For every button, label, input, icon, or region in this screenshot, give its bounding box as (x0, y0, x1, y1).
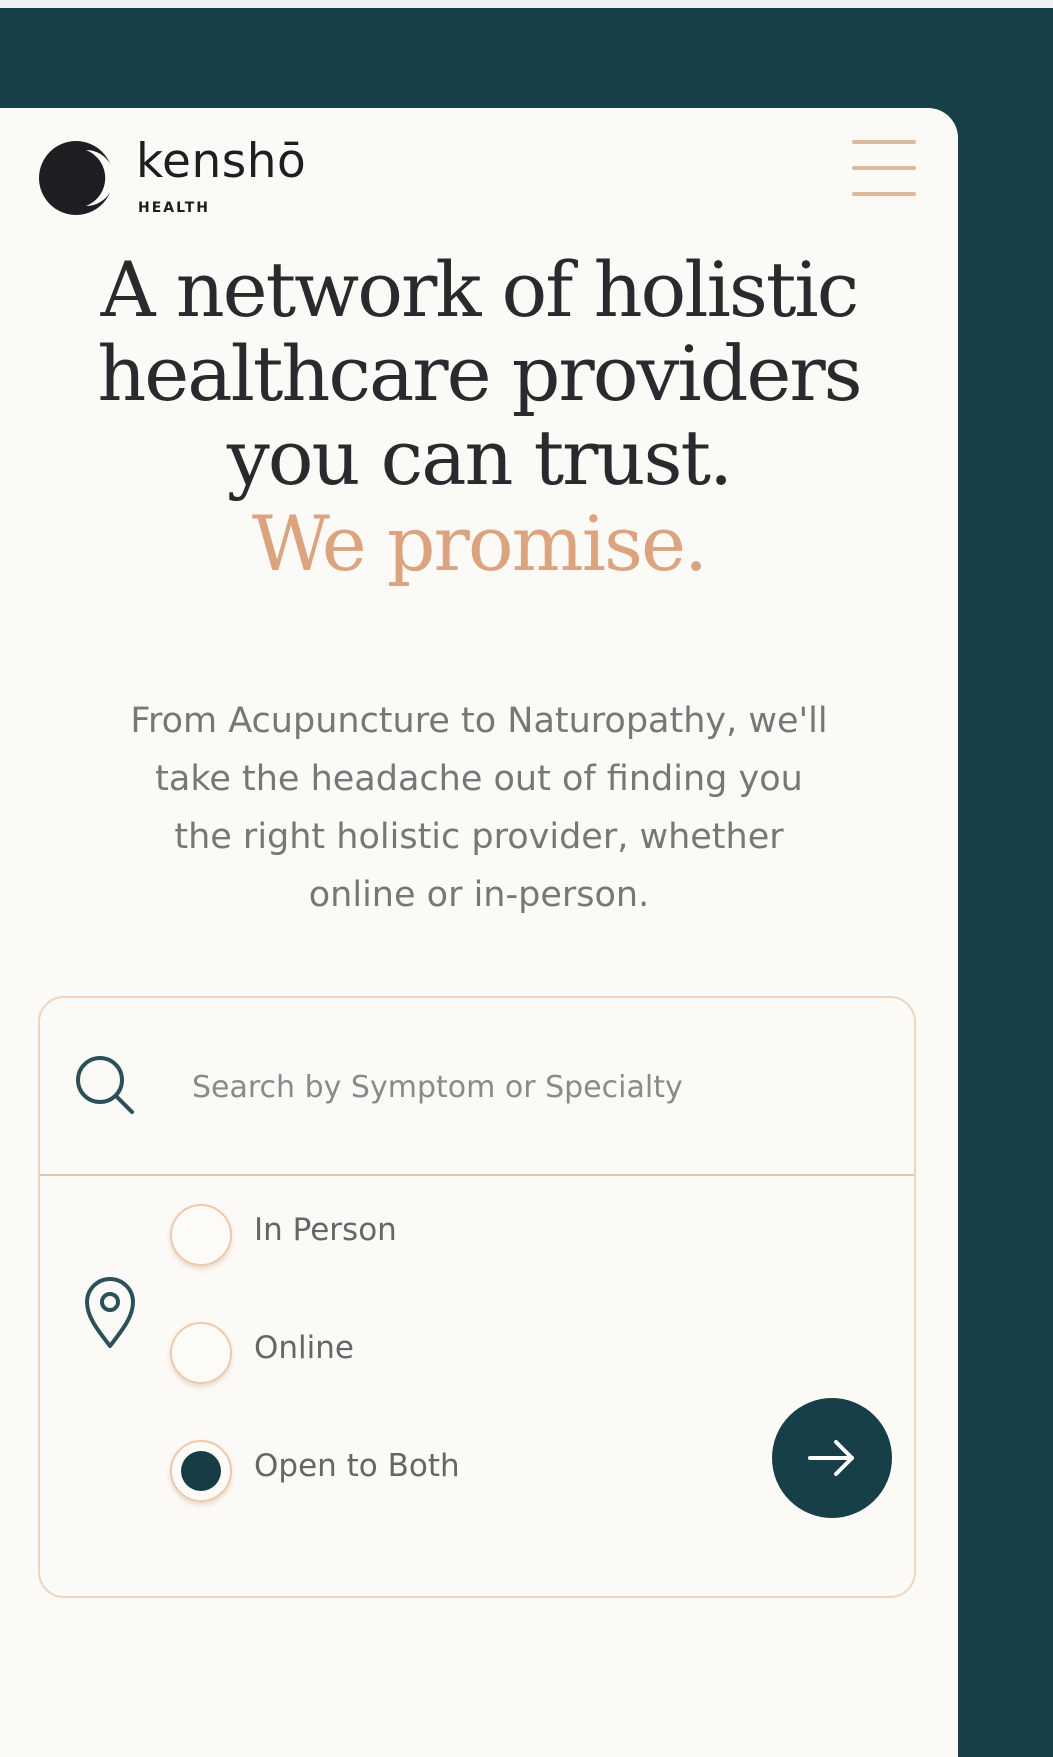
arrow-right-icon (808, 1440, 854, 1476)
radio-label: In Person (254, 1212, 397, 1248)
hero-line-2: healthcare providers (97, 329, 862, 418)
hero-description: From Acupuncture to Naturopathy, we'll t… (30, 692, 928, 924)
site-header: kenshō HEALTH (0, 108, 958, 218)
description-line-3: the right holistic provider, whether (174, 817, 784, 857)
radio-label: Online (254, 1330, 354, 1366)
radio-selected-dot (181, 1451, 221, 1491)
logo-moon-icon (39, 141, 114, 215)
brand-subtitle: HEALTH (138, 200, 210, 216)
menu-bar-icon (852, 140, 916, 144)
location-pin-icon (85, 1277, 135, 1348)
search-row[interactable] (40, 998, 914, 1176)
search-card: In Person Online Open to Both (38, 996, 916, 1598)
hero-line-1: A network of holistic (100, 245, 860, 334)
description-line-4: online or in-person. (308, 875, 650, 915)
radio-label: Open to Both (254, 1448, 460, 1484)
radio-circle-selected[interactable] (170, 1440, 232, 1502)
brand-name: kenshō (136, 134, 307, 189)
hero-heading: A network of holistic healthcare provide… (0, 248, 958, 588)
radio-circle[interactable] (170, 1204, 232, 1266)
menu-bar-icon (852, 166, 916, 170)
search-input[interactable] (190, 1056, 884, 1118)
hamburger-menu-button[interactable] (848, 138, 920, 200)
radio-in-person[interactable]: In Person (170, 1204, 590, 1274)
menu-bar-icon (852, 192, 916, 196)
radio-online[interactable]: Online (170, 1322, 590, 1392)
mobile-page: kenshō HEALTH A network of holistic heal… (0, 108, 958, 1757)
top-strip (0, 0, 1053, 8)
search-icon (76, 1056, 134, 1114)
hero-accent: We promise. (251, 499, 708, 588)
hero-line-3: you can trust. (226, 413, 733, 502)
description-line-2: take the headache out of finding you (155, 759, 803, 799)
radio-open-to-both[interactable]: Open to Both (170, 1440, 590, 1510)
radio-circle[interactable] (170, 1322, 232, 1384)
description-line-1: From Acupuncture to Naturopathy, we'll (130, 701, 828, 741)
search-submit-button[interactable] (772, 1398, 892, 1518)
brand-logo[interactable]: kenshō HEALTH (36, 130, 336, 220)
